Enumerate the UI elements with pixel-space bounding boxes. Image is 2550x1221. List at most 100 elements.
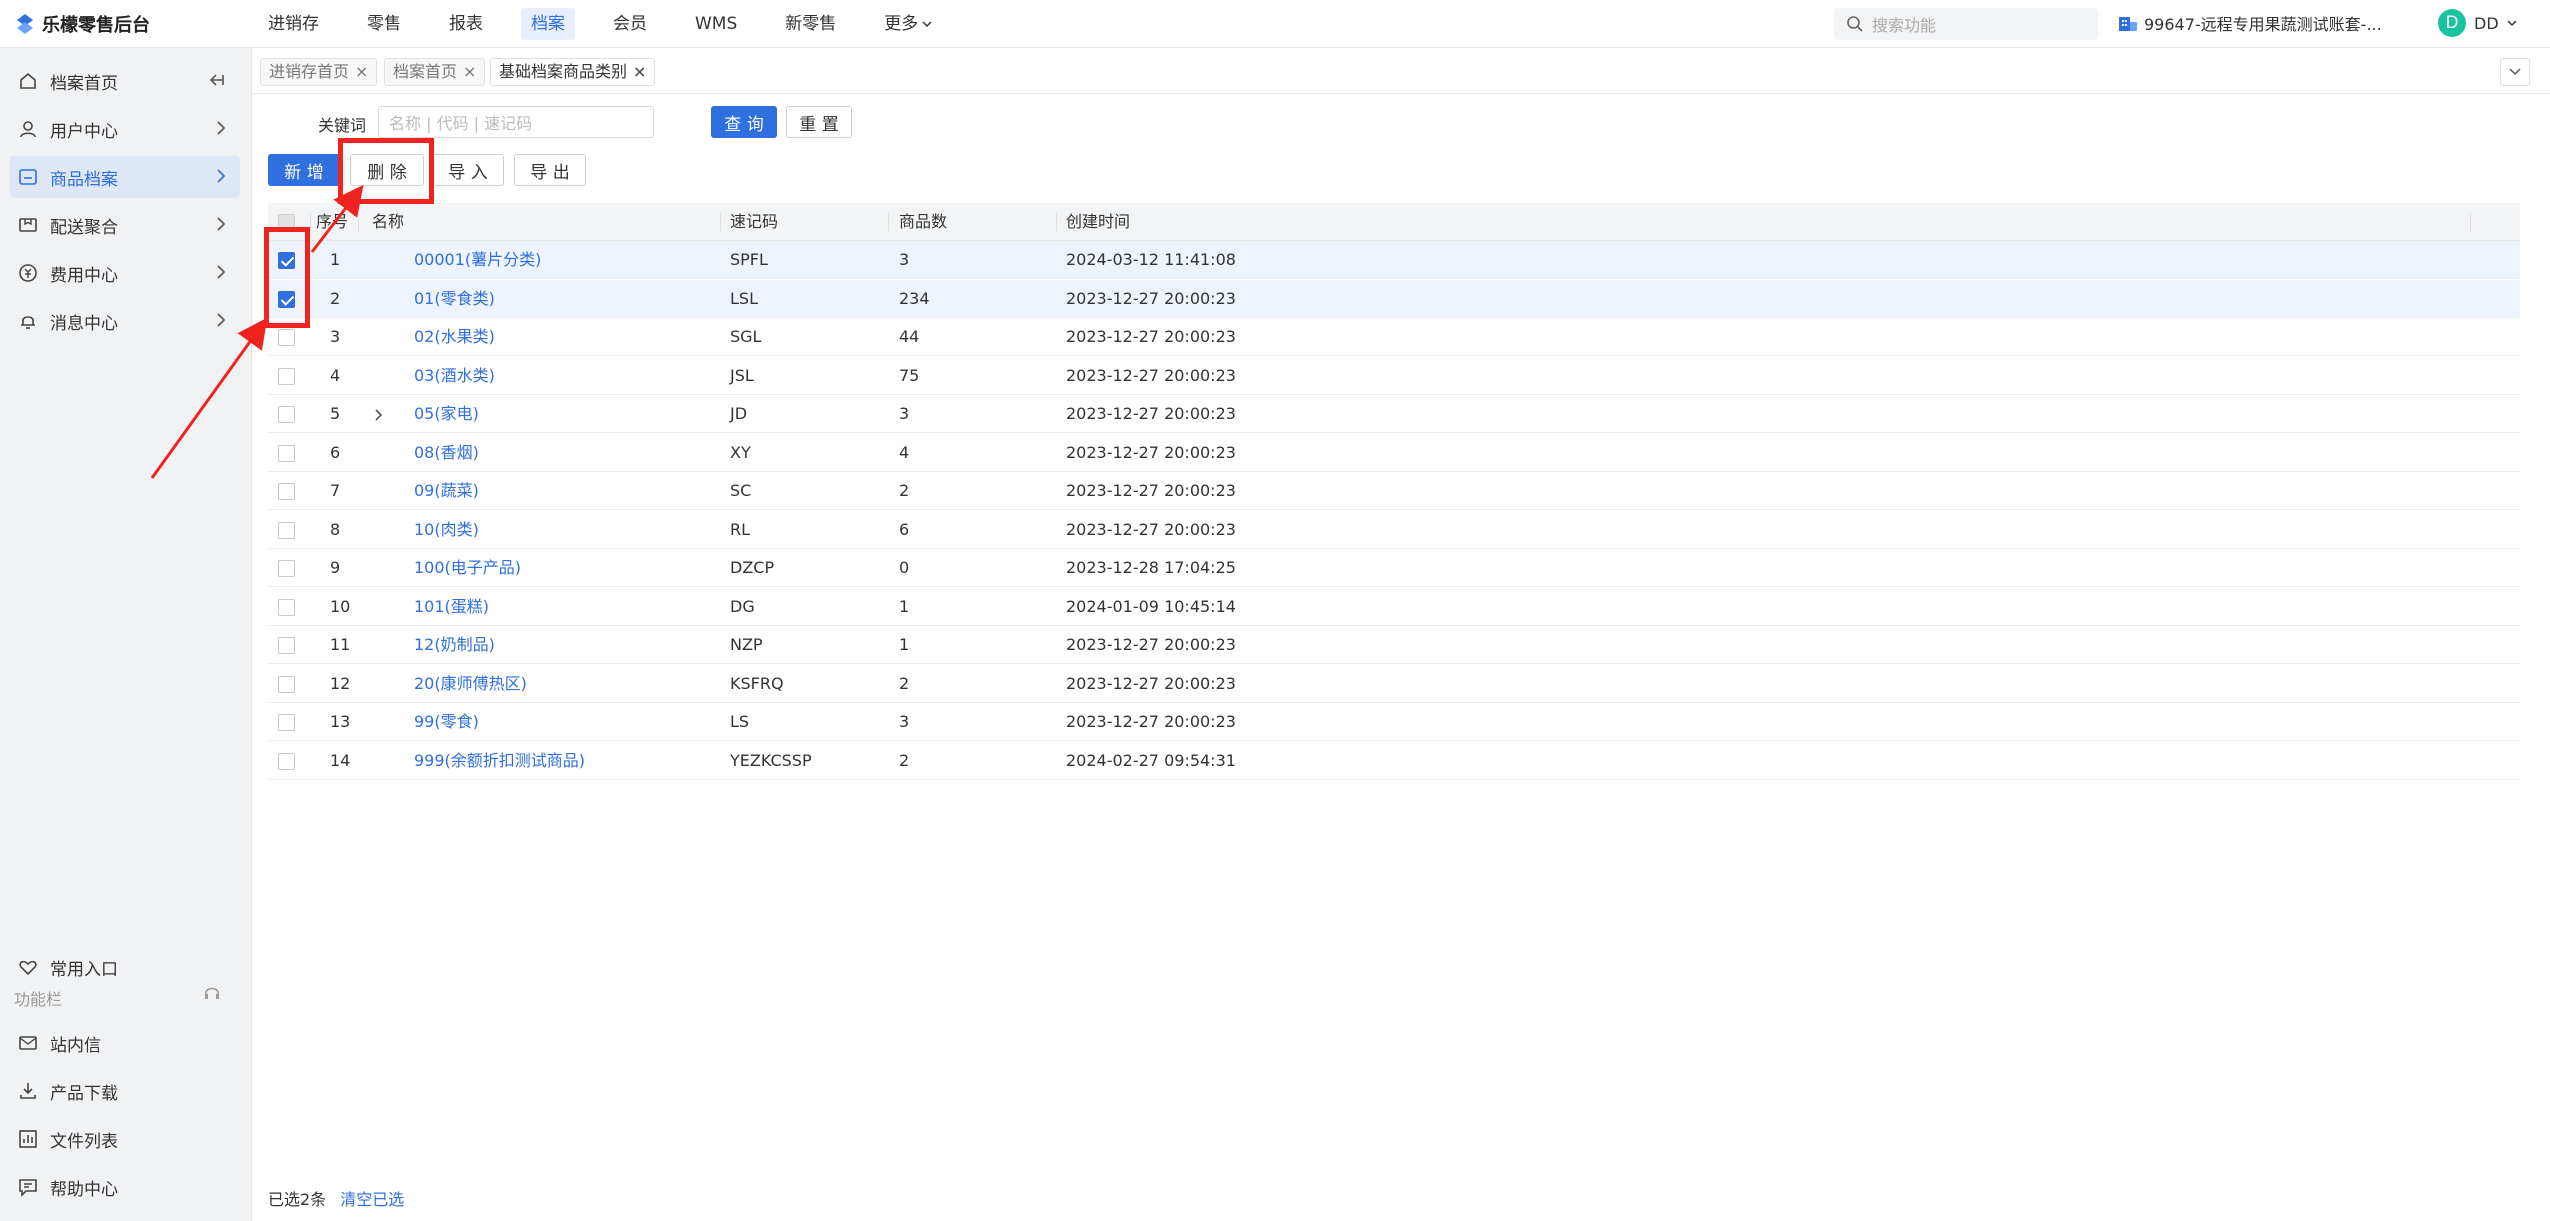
- row-checkbox[interactable]: [278, 598, 295, 616]
- row-count: 6: [899, 519, 910, 539]
- row-code: NZP: [730, 635, 763, 654]
- row-checkbox[interactable]: [278, 560, 295, 577]
- sidebar-item-delivery[interactable]: 配送聚合: [10, 204, 240, 246]
- row-checkbox[interactable]: [278, 367, 295, 385]
- row-name-link[interactable]: 99(零食): [414, 703, 479, 741]
- tab-archive-home[interactable]: 档案首页 ×: [384, 58, 486, 86]
- top-nav-item[interactable]: WMS: [671, 8, 761, 40]
- row-name-link[interactable]: 02(水果类): [414, 318, 495, 356]
- row-checkbox[interactable]: [278, 406, 295, 423]
- row-name-link[interactable]: 10(肉类): [414, 511, 479, 549]
- row-checkbox[interactable]: [278, 752, 295, 770]
- account-switcher[interactable]: 99647-远程专用果蔬测试账套-...: [2118, 11, 2382, 35]
- top-nav-more[interactable]: 更多: [860, 8, 956, 40]
- row-code: SGL: [730, 327, 762, 346]
- expand-chevron-icon[interactable]: [374, 395, 384, 433]
- top-nav-item[interactable]: 零售: [343, 8, 425, 40]
- table-row[interactable]: 12 20(康师傅热区) KSFRQ 2 2023-12-27 20:00:23: [268, 665, 2520, 703]
- tabs-collapse-button[interactable]: [2500, 58, 2530, 86]
- query-button[interactable]: 查 询: [711, 106, 777, 138]
- home-icon: [20, 72, 36, 89]
- row-name-link[interactable]: 20(康师傅热区): [414, 665, 527, 703]
- sidebar-item-archive-home[interactable]: 档案首页: [10, 60, 240, 102]
- function-search[interactable]: 搜索功能: [1834, 8, 2098, 40]
- sidebar-item-user-center[interactable]: 用户中心: [10, 108, 240, 150]
- close-icon[interactable]: ×: [633, 59, 646, 85]
- import-button[interactable]: 导 入: [432, 154, 504, 186]
- tab-product-category[interactable]: 基础档案商品类别 ×: [490, 58, 656, 86]
- collapse-sidebar-icon[interactable]: [208, 72, 226, 88]
- table-row[interactable]: 13 99(零食) LS 3 2023-12-27 20:00:23: [268, 703, 2520, 741]
- header-created[interactable]: 创建时间: [1066, 203, 1130, 241]
- heart-icon: [19, 960, 37, 976]
- sidebar-item-inbox[interactable]: 站内信: [10, 1022, 240, 1064]
- top-nav-item[interactable]: 报表: [425, 8, 507, 40]
- row-checkbox[interactable]: [278, 444, 295, 462]
- sidebar-item-messages[interactable]: 消息中心: [10, 300, 240, 342]
- clear-selection-link[interactable]: 清空已选: [340, 1186, 404, 1210]
- table-row[interactable]: 5 05(家电) JD 3 2023-12-27 20:00:23: [268, 395, 2520, 433]
- reset-button[interactable]: 重 置: [786, 106, 852, 138]
- row-checkbox[interactable]: [278, 675, 295, 693]
- row-count: 2: [899, 673, 910, 693]
- row-name-link[interactable]: 09(蔬菜): [414, 472, 479, 510]
- table-row[interactable]: 1 00001(薯片分类) SPFL 3 2024-03-12 11:41:08: [268, 241, 2520, 279]
- row-count: 2: [899, 481, 910, 500]
- row-name-link[interactable]: 08(香烟): [414, 434, 479, 472]
- sidebar-item-product-archive[interactable]: 商品档案: [10, 156, 240, 198]
- customer-service-icon[interactable]: [202, 984, 222, 1004]
- table-row[interactable]: 14 999(余额折扣测试商品) YEZKCSSP 2 2024-02-27 09:54…: [268, 742, 2520, 780]
- row-checkbox[interactable]: [278, 637, 295, 654]
- table-row[interactable]: 8 10(肉类) RL 6 2023-12-27 20:00:23: [268, 511, 2520, 549]
- user-menu[interactable]: D DD: [2438, 9, 2517, 37]
- table-row[interactable]: 3 02(水果类) SGL 44 2023-12-27 20:00:23: [268, 318, 2520, 356]
- header-name[interactable]: 名称: [372, 203, 404, 241]
- sidebar-item-file-list[interactable]: 文件列表: [10, 1118, 240, 1160]
- close-icon[interactable]: ×: [463, 59, 476, 85]
- sidebar-item-expense[interactable]: 费用中心: [10, 252, 240, 294]
- row-count: 1: [899, 596, 910, 616]
- table-row[interactable]: 2 01(零食类) LSL 234 2023-12-27 20:00:23: [268, 279, 2520, 318]
- top-nav-item[interactable]: 会员: [589, 8, 671, 40]
- row-name-link[interactable]: 03(酒水类): [414, 357, 495, 395]
- row-checkbox[interactable]: [278, 483, 295, 500]
- top-nav-item-active[interactable]: 档案: [521, 8, 575, 40]
- row-checkbox[interactable]: [278, 521, 295, 539]
- row-created: 2023-12-27 20:00:23: [1066, 327, 1236, 346]
- table-row[interactable]: 4 03(酒水类) JSL 75 2023-12-27 20:00:23: [268, 357, 2520, 395]
- row-name-link[interactable]: 00001(薯片分类): [414, 241, 541, 279]
- close-icon[interactable]: ×: [355, 59, 368, 85]
- top-nav-item[interactable]: 进销存: [244, 8, 343, 40]
- sidebar-item-download[interactable]: 产品下载: [10, 1070, 240, 1112]
- row-name-link[interactable]: 999(余额折扣测试商品): [414, 742, 585, 780]
- row-index: 14: [330, 750, 351, 770]
- tab-inventory-home[interactable]: 进销存首页 ×: [260, 58, 378, 86]
- table-row[interactable]: 10 101(蛋糕) DG 1 2024-01-09 10:45:14: [268, 588, 2520, 626]
- app-logo[interactable]: 乐檬零售后台: [14, 11, 150, 37]
- row-name-link[interactable]: 101(蛋糕): [414, 588, 489, 626]
- row-checkbox[interactable]: [278, 329, 295, 346]
- table-row[interactable]: 9 100(电子产品) DZCP 0 2023-12-28 17:04:25: [268, 549, 2520, 587]
- row-code: DG: [730, 596, 755, 616]
- header-code[interactable]: 速记码: [730, 203, 778, 241]
- table-row[interactable]: 7 09(蔬菜) SC 2 2023-12-27 20:00:23: [268, 472, 2520, 510]
- table-row[interactable]: 6 08(香烟) XY 4 2023-12-27 20:00:23: [268, 434, 2520, 472]
- export-button[interactable]: 导 出: [514, 154, 586, 186]
- top-nav-item[interactable]: 新零售: [761, 8, 860, 40]
- delete-highlight-box: [338, 138, 434, 204]
- sidebar-item-help[interactable]: 帮助中心: [10, 1166, 240, 1208]
- row-name-link[interactable]: 05(家电): [414, 395, 479, 433]
- add-button[interactable]: 新 增: [268, 154, 340, 186]
- keyword-input[interactable]: 名称 | 代码 | 速记码: [378, 106, 654, 138]
- keyword-placeholder: 名称 | 代码 | 速记码: [389, 114, 533, 133]
- table-row[interactable]: 11 12(奶制品) NZP 1 2023-12-27 20:00:23: [268, 626, 2520, 664]
- row-created: 2023-12-27 20:00:23: [1066, 442, 1236, 462]
- row-count: 3: [899, 250, 910, 269]
- row-name-link[interactable]: 12(奶制品): [414, 626, 495, 664]
- row-name-link[interactable]: 100(电子产品): [414, 549, 521, 587]
- row-name-link[interactable]: 01(零食类): [414, 280, 495, 318]
- row-checkbox[interactable]: [278, 714, 295, 731]
- header-count[interactable]: 商品数: [899, 203, 947, 241]
- sidebar-favorites[interactable]: 常用入口: [10, 946, 240, 988]
- row-index: 3: [330, 327, 341, 346]
